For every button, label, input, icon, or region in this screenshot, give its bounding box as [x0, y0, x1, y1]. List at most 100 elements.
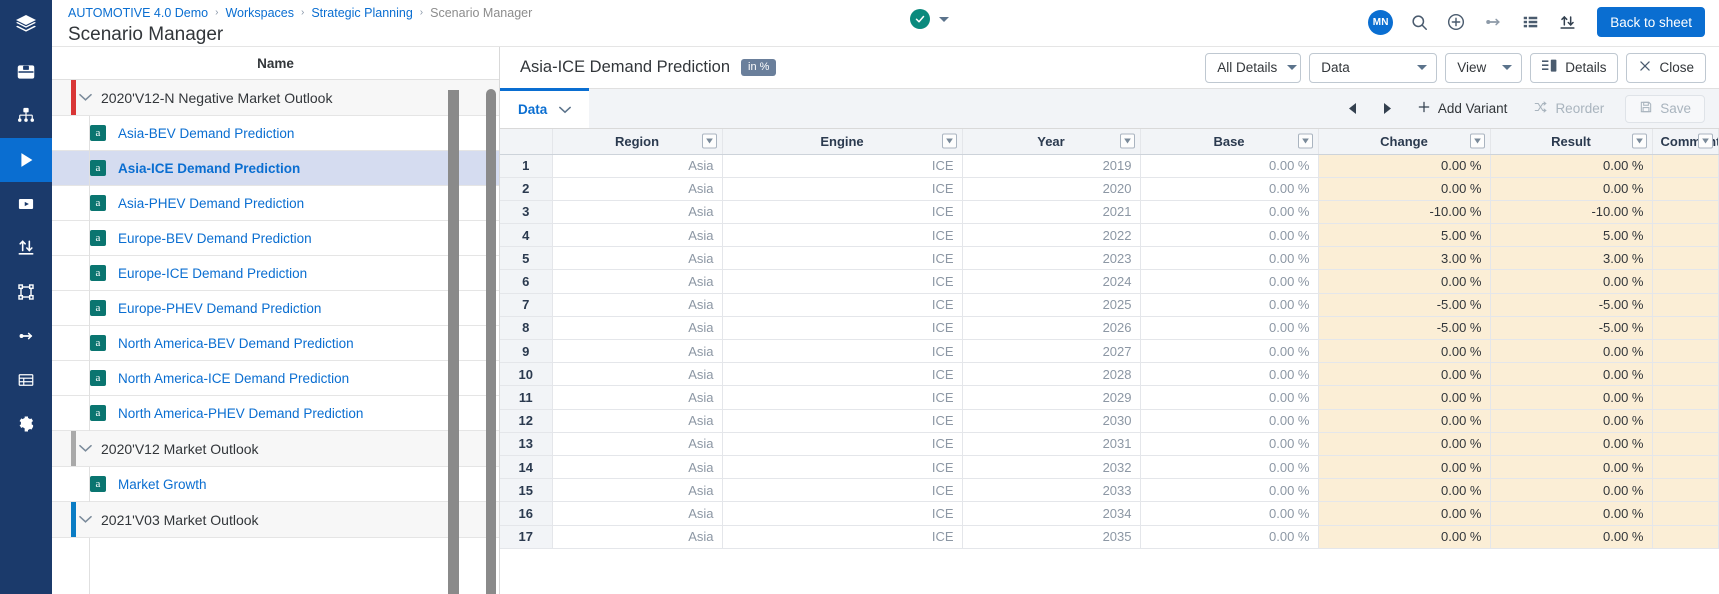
cell-comment[interactable] [1652, 177, 1719, 201]
search-icon[interactable] [1408, 11, 1430, 33]
grid-row-number[interactable]: 12 [500, 409, 553, 433]
cell-engine[interactable]: ICE [722, 501, 963, 526]
grid-row-number[interactable]: 14 [500, 455, 553, 480]
cell-year[interactable]: 2021 [962, 200, 1141, 225]
grid-row[interactable]: 1 Asia ICE 2019 0.00 % 0.00 % 0.00 % [500, 154, 1719, 178]
cell-region[interactable]: Asia [552, 293, 723, 317]
cell-change[interactable]: 0.00 % [1318, 409, 1491, 433]
cell-region[interactable]: Asia [552, 409, 723, 433]
grid-row[interactable]: 5 Asia ICE 2023 0.00 % 3.00 % 3.00 % [500, 246, 1719, 271]
cell-base[interactable]: 0.00 % [1140, 501, 1319, 526]
cell-region[interactable]: Asia [552, 316, 723, 341]
layers-logo-icon[interactable] [0, 0, 52, 50]
cell-base[interactable]: 0.00 % [1140, 385, 1319, 410]
cell-result[interactable]: 0.00 % [1490, 501, 1653, 526]
tree-leaf-node[interactable]: a North America-BEV Demand Prediction [52, 326, 499, 361]
cell-engine[interactable]: ICE [722, 525, 963, 549]
prev-variant-button[interactable] [1336, 89, 1370, 128]
column-filter-icon[interactable] [1119, 133, 1135, 149]
grid-row-number[interactable]: 2 [500, 177, 553, 201]
cell-comment[interactable] [1652, 316, 1719, 341]
cell-result[interactable]: 0.00 % [1490, 269, 1653, 294]
cell-comment[interactable] [1652, 432, 1719, 456]
grid-row[interactable]: 8 Asia ICE 2026 0.00 % -5.00 % -5.00 % [500, 316, 1719, 341]
status-dropdown-caret-icon[interactable] [939, 16, 949, 22]
cell-result[interactable]: 3.00 % [1490, 246, 1653, 271]
back-to-sheet-button[interactable]: Back to sheet [1597, 7, 1705, 37]
all-details-dropdown[interactable]: All Details [1205, 52, 1302, 83]
cell-region[interactable]: Asia [552, 385, 723, 410]
rail-item-org-chart[interactable] [0, 94, 52, 138]
grid-row[interactable]: 3 Asia ICE 2021 0.00 % -10.00 % -10.00 % [500, 200, 1719, 225]
next-variant-button[interactable] [1370, 89, 1404, 128]
cell-comment[interactable] [1652, 269, 1719, 294]
cell-region[interactable]: Asia [552, 177, 723, 201]
cell-base[interactable]: 0.00 % [1140, 525, 1319, 549]
tree-leaf-node[interactable]: a Market Growth [52, 467, 499, 502]
cell-base[interactable]: 0.00 % [1140, 455, 1319, 480]
cell-year[interactable]: 2019 [962, 154, 1141, 178]
grid-row[interactable]: 13 Asia ICE 2031 0.00 % 0.00 % 0.00 % [500, 432, 1719, 456]
column-filter-icon[interactable] [1631, 133, 1647, 149]
grid-row-number[interactable]: 11 [500, 385, 553, 410]
tree-leaf-node[interactable]: a Europe-PHEV Demand Prediction [52, 291, 499, 326]
avatar[interactable]: MN [1368, 9, 1394, 35]
grid-row[interactable]: 7 Asia ICE 2025 0.00 % -5.00 % -5.00 % [500, 293, 1719, 317]
grid-row-number[interactable]: 10 [500, 362, 553, 387]
grid-row-number[interactable]: 3 [500, 200, 553, 225]
grid-row[interactable]: 10 Asia ICE 2028 0.00 % 0.00 % 0.00 % [500, 362, 1719, 387]
cell-year[interactable]: 2027 [962, 339, 1141, 364]
close-button[interactable]: Close [1626, 52, 1706, 83]
tree-scrollbar[interactable] [486, 89, 496, 594]
cell-engine[interactable]: ICE [722, 246, 963, 271]
cell-comment[interactable] [1652, 525, 1719, 549]
grid-row-number[interactable]: 5 [500, 246, 553, 271]
details-button[interactable]: Details [1530, 52, 1619, 83]
rail-item-inbox[interactable] [0, 50, 52, 94]
cell-result[interactable]: -5.00 % [1490, 316, 1653, 341]
cell-year[interactable]: 2025 [962, 293, 1141, 317]
cell-change[interactable]: 3.00 % [1318, 246, 1491, 271]
grid-row[interactable]: 2 Asia ICE 2020 0.00 % 0.00 % 0.00 % [500, 177, 1719, 201]
cell-base[interactable]: 0.00 % [1140, 223, 1319, 248]
save-button[interactable]: Save [1625, 94, 1705, 123]
cell-change[interactable]: 0.00 % [1318, 432, 1491, 456]
cell-comment[interactable] [1652, 339, 1719, 364]
cell-engine[interactable]: ICE [722, 385, 963, 410]
cell-region[interactable]: Asia [552, 455, 723, 480]
tree-leaf-node[interactable]: a Asia-BEV Demand Prediction [52, 116, 499, 151]
grid-row[interactable]: 11 Asia ICE 2029 0.00 % 0.00 % 0.00 % [500, 385, 1719, 410]
grid-row-number[interactable]: 17 [500, 525, 553, 549]
tree-leaf-node[interactable]: a North America-PHEV Demand Prediction [52, 396, 499, 431]
add-circle-icon[interactable] [1445, 11, 1467, 33]
cell-result[interactable]: 5.00 % [1490, 223, 1653, 248]
breadcrumb-item-0[interactable]: AUTOMOTIVE 4.0 Demo [68, 5, 208, 21]
cell-comment[interactable] [1652, 455, 1719, 480]
cell-engine[interactable]: ICE [722, 223, 963, 248]
tree-leaf-node[interactable]: a North America-ICE Demand Prediction [52, 361, 499, 396]
cell-result[interactable]: 0.00 % [1490, 525, 1653, 549]
cell-change[interactable]: 0.00 % [1318, 478, 1491, 503]
cell-engine[interactable]: ICE [722, 339, 963, 364]
breadcrumb-item-1[interactable]: Workspaces [225, 5, 294, 21]
cell-comment[interactable] [1652, 501, 1719, 526]
cell-comment[interactable] [1652, 200, 1719, 225]
cell-year[interactable]: 2033 [962, 478, 1141, 503]
breadcrumb-item-2[interactable]: Strategic Planning [311, 5, 412, 21]
column-filter-icon[interactable] [941, 133, 957, 149]
grid-row[interactable]: 14 Asia ICE 2032 0.00 % 0.00 % 0.00 % [500, 455, 1719, 480]
tree-group-node[interactable]: 2020'V12-N Negative Market Outlook [52, 80, 499, 116]
cell-result[interactable]: 0.00 % [1490, 154, 1653, 178]
cell-engine[interactable]: ICE [722, 409, 963, 433]
chevron-down-icon[interactable] [559, 101, 572, 119]
cell-region[interactable]: Asia [552, 362, 723, 387]
cell-result[interactable]: 0.00 % [1490, 432, 1653, 456]
cell-year[interactable]: 2020 [962, 177, 1141, 201]
cell-engine[interactable]: ICE [722, 177, 963, 201]
grid-row-number[interactable]: 16 [500, 501, 553, 526]
grid-row-number[interactable]: 15 [500, 478, 553, 503]
cell-year[interactable]: 2022 [962, 223, 1141, 248]
column-filter-icon[interactable] [1297, 133, 1313, 149]
rail-item-arrow-right[interactable] [0, 314, 52, 358]
cell-base[interactable]: 0.00 % [1140, 293, 1319, 317]
